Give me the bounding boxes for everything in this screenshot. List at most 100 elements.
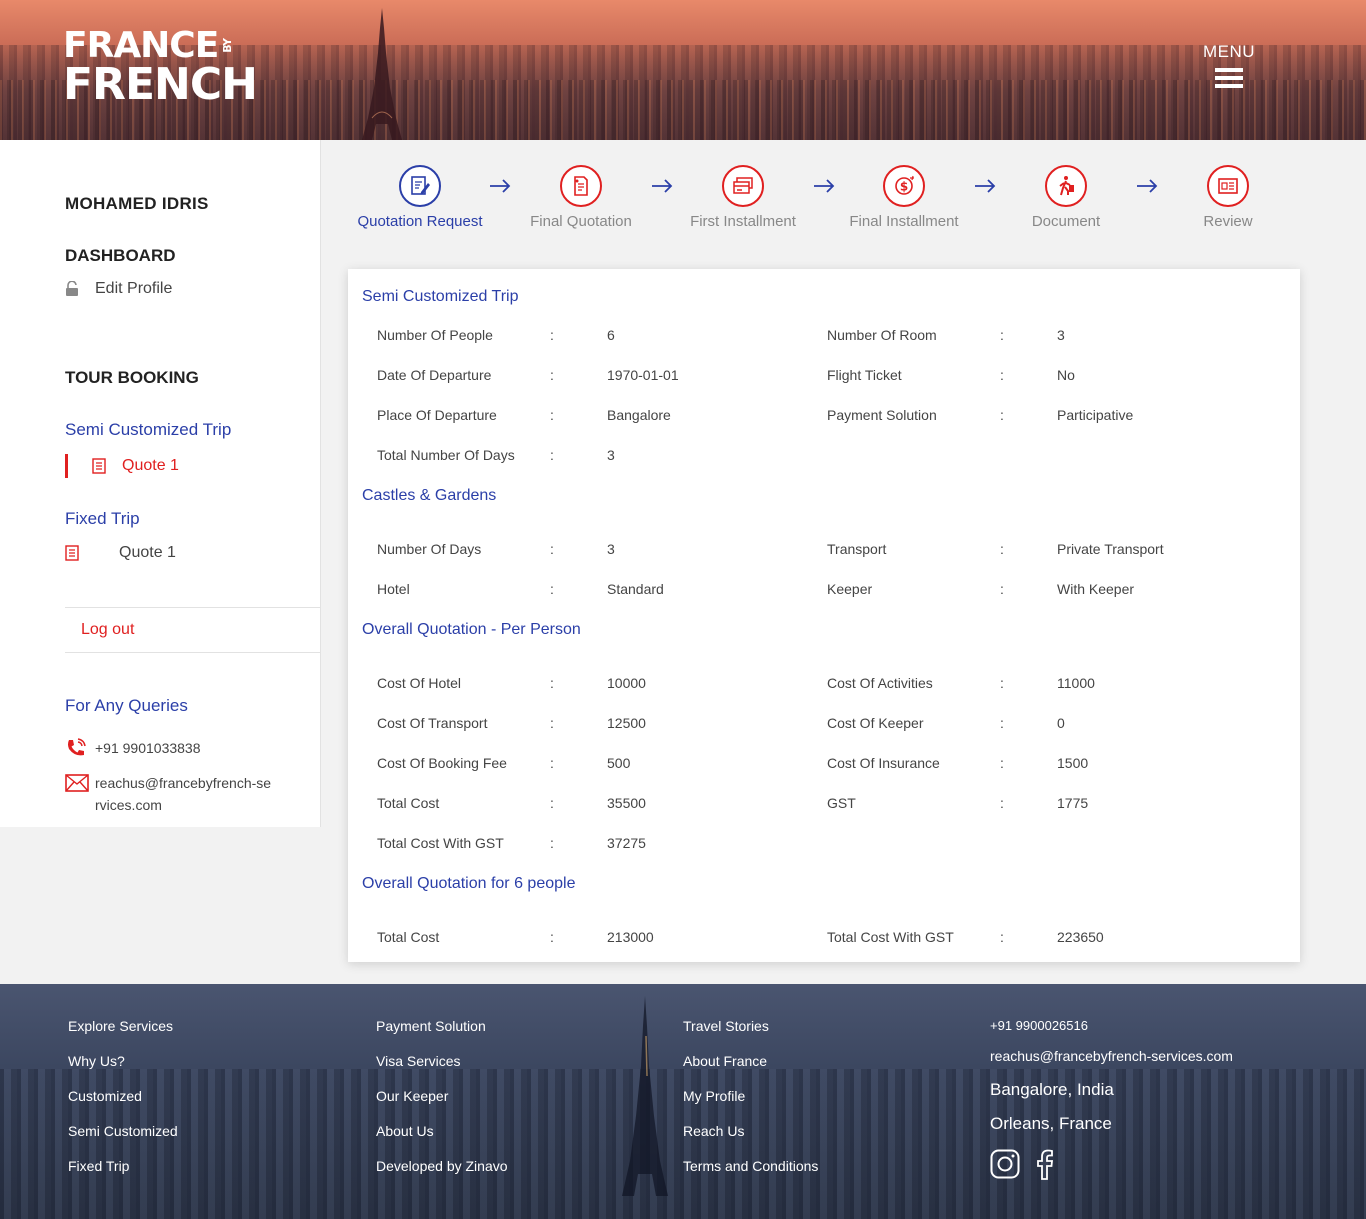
footer-link[interactable]: My Profile xyxy=(683,1088,818,1123)
footer-phone[interactable]: +91 9900026516 xyxy=(990,1018,1233,1048)
field-colon: : xyxy=(550,755,554,771)
field-label: Number Of Room xyxy=(827,327,937,343)
document-icon xyxy=(92,458,106,474)
field-label: Cost Of Transport xyxy=(377,715,488,731)
detail-row: Cost Of Hotel: 10000 Cost Of Activities: 11… xyxy=(348,675,1300,695)
sidebar-item-semi-customized[interactable]: Semi Customized Trip xyxy=(65,420,231,440)
field-colon: : xyxy=(550,835,554,851)
field-value: Standard xyxy=(607,581,664,597)
menu-label: MENU xyxy=(1202,42,1256,61)
mail-icon xyxy=(65,774,89,792)
dashboard-heading[interactable]: DASHBOARD xyxy=(65,246,176,266)
footer-link[interactable]: Customized xyxy=(68,1088,178,1123)
semi-quote-label: Quote 1 xyxy=(122,457,179,474)
step-label: Review xyxy=(1203,213,1253,230)
phone-icon xyxy=(68,738,86,756)
footer-link[interactable]: Visa Services xyxy=(376,1053,508,1088)
edit-profile-link[interactable]: Edit Profile xyxy=(65,280,172,298)
sidebar: MOHAMED IDRIS DASHBOARD Edit Profile TOU… xyxy=(0,140,321,827)
footer-link[interactable]: Travel Stories xyxy=(683,1018,818,1053)
sidebar-item-semi-quote[interactable]: Quote 1 xyxy=(65,454,179,478)
field-value: 3 xyxy=(1057,327,1065,343)
user-name: MOHAMED IDRIS xyxy=(65,194,209,213)
field-value: 35500 xyxy=(607,795,646,811)
footer-link[interactable]: Semi Customized xyxy=(68,1123,178,1158)
footer-email[interactable]: reachus@francebyfrench-services.com xyxy=(990,1048,1233,1080)
field-label: Number Of Days xyxy=(377,541,482,557)
footer-link[interactable]: About Us xyxy=(376,1123,508,1158)
section-title-semi-customized: Semi Customized Trip xyxy=(362,288,519,305)
field-label: Total Cost xyxy=(377,929,440,945)
field-value: 223650 xyxy=(1057,929,1104,945)
footer-link[interactable]: Why Us? xyxy=(68,1053,178,1088)
facebook-icon[interactable] xyxy=(1030,1148,1060,1180)
support-email-text: reachus@francebyfrench-services.com xyxy=(95,775,272,813)
menu-button[interactable]: MENU xyxy=(1200,42,1258,92)
footer-link[interactable]: Explore Services xyxy=(68,1018,178,1053)
site-footer: Explore Services Why Us? Customized Semi… xyxy=(0,984,1366,1219)
step-label: First Installment xyxy=(690,213,796,230)
field-colon: : xyxy=(1000,367,1004,383)
detail-row: Date Of Departure: 1970-01-01 Flight Ticke… xyxy=(348,367,1300,387)
instagram-icon[interactable] xyxy=(990,1148,1020,1180)
sidebar-item-fixed-quote[interactable]: Quote 1 xyxy=(65,544,176,562)
field-value: 3 xyxy=(607,541,615,557)
detail-row: Number Of People: 6 Number Of Room: 3 xyxy=(348,327,1300,347)
field-value: 37275 xyxy=(607,835,646,851)
detail-row: Total Number Of Days: 3 xyxy=(348,447,1300,467)
field-value: With Keeper xyxy=(1057,581,1135,597)
field-colon: : xyxy=(550,447,554,463)
field-colon: : xyxy=(1000,541,1004,557)
field-label: Cost Of Activities xyxy=(827,675,933,691)
support-phone-text: +91 9901033838 xyxy=(95,740,201,756)
step-quotation-request[interactable]: Quotation Request xyxy=(345,165,495,230)
site-logo[interactable]: FRANCE BY FRENCH xyxy=(63,28,258,107)
step-final-quotation[interactable]: Final Quotation xyxy=(506,165,656,230)
section-title-overall: Overall Quotation for 6 people xyxy=(362,875,576,892)
footer-column-1: Explore Services Why Us? Customized Semi… xyxy=(68,1018,178,1193)
footer-link[interactable]: Our Keeper xyxy=(376,1088,508,1123)
divider xyxy=(65,652,321,653)
field-label: Date Of Departure xyxy=(377,367,492,383)
field-colon: : xyxy=(550,929,554,945)
support-email[interactable]: reachus@francebyfrench-services.com xyxy=(65,772,275,816)
sidebar-item-fixed-trip[interactable]: Fixed Trip xyxy=(65,509,140,529)
step-document[interactable]: Document xyxy=(991,165,1141,230)
support-phone[interactable]: +91 9901033838 xyxy=(65,737,201,759)
field-label: Total Cost With GST xyxy=(827,929,954,945)
eiffel-tower-icon xyxy=(362,8,402,140)
footer-link[interactable]: Reach Us xyxy=(683,1123,818,1158)
edit-profile-label: Edit Profile xyxy=(95,280,173,297)
field-value: 10000 xyxy=(607,675,646,691)
footer-contact: +91 9900026516 reachus@francebyfrench-se… xyxy=(990,1018,1233,1180)
step-label: Final Installment xyxy=(849,213,959,230)
booking-progress-steps: Quotation Request Final Quotation First … xyxy=(345,165,1285,235)
section-title-castles-gardens: Castles & Gardens xyxy=(362,487,497,504)
detail-row: Hotel: Standard Keeper: With Keeper xyxy=(348,581,1300,601)
footer-link[interactable]: Payment Solution xyxy=(376,1018,508,1053)
fixed-quote-label: Quote 1 xyxy=(119,544,176,561)
logout-link[interactable]: Log out xyxy=(81,621,134,639)
footer-link[interactable]: Developed by Zinavo xyxy=(376,1158,508,1193)
footer-city-bangalore: Bangalore, India xyxy=(990,1080,1114,1099)
step-first-installment[interactable]: First Installment xyxy=(668,165,818,230)
logo-by-text: BY xyxy=(221,39,235,53)
queries-heading: For Any Queries xyxy=(65,696,188,715)
field-label: Cost Of Booking Fee xyxy=(377,755,507,771)
site-header: FRANCE BY FRENCH MENU xyxy=(0,0,1366,140)
active-indicator xyxy=(65,454,68,478)
field-colon: : xyxy=(1000,407,1004,423)
traveller-icon xyxy=(1059,176,1074,196)
step-review[interactable]: Review xyxy=(1153,165,1303,230)
step-label: Final Quotation xyxy=(530,213,632,230)
field-colon: : xyxy=(1000,795,1004,811)
detail-row: Number Of Days: 3 Transport: Private Transp… xyxy=(348,541,1300,561)
footer-link[interactable]: Fixed Trip xyxy=(68,1158,178,1193)
field-value: Participative xyxy=(1057,407,1134,423)
detail-row: Total Cost: 213000 Total Cost With GST: 223… xyxy=(348,929,1300,949)
footer-link[interactable]: Terms and Conditions xyxy=(683,1158,818,1193)
field-colon: : xyxy=(550,795,554,811)
step-final-installment[interactable]: $ Final Installment xyxy=(829,165,979,230)
footer-link[interactable]: About France xyxy=(683,1053,818,1088)
hamburger-icon xyxy=(1215,68,1243,88)
